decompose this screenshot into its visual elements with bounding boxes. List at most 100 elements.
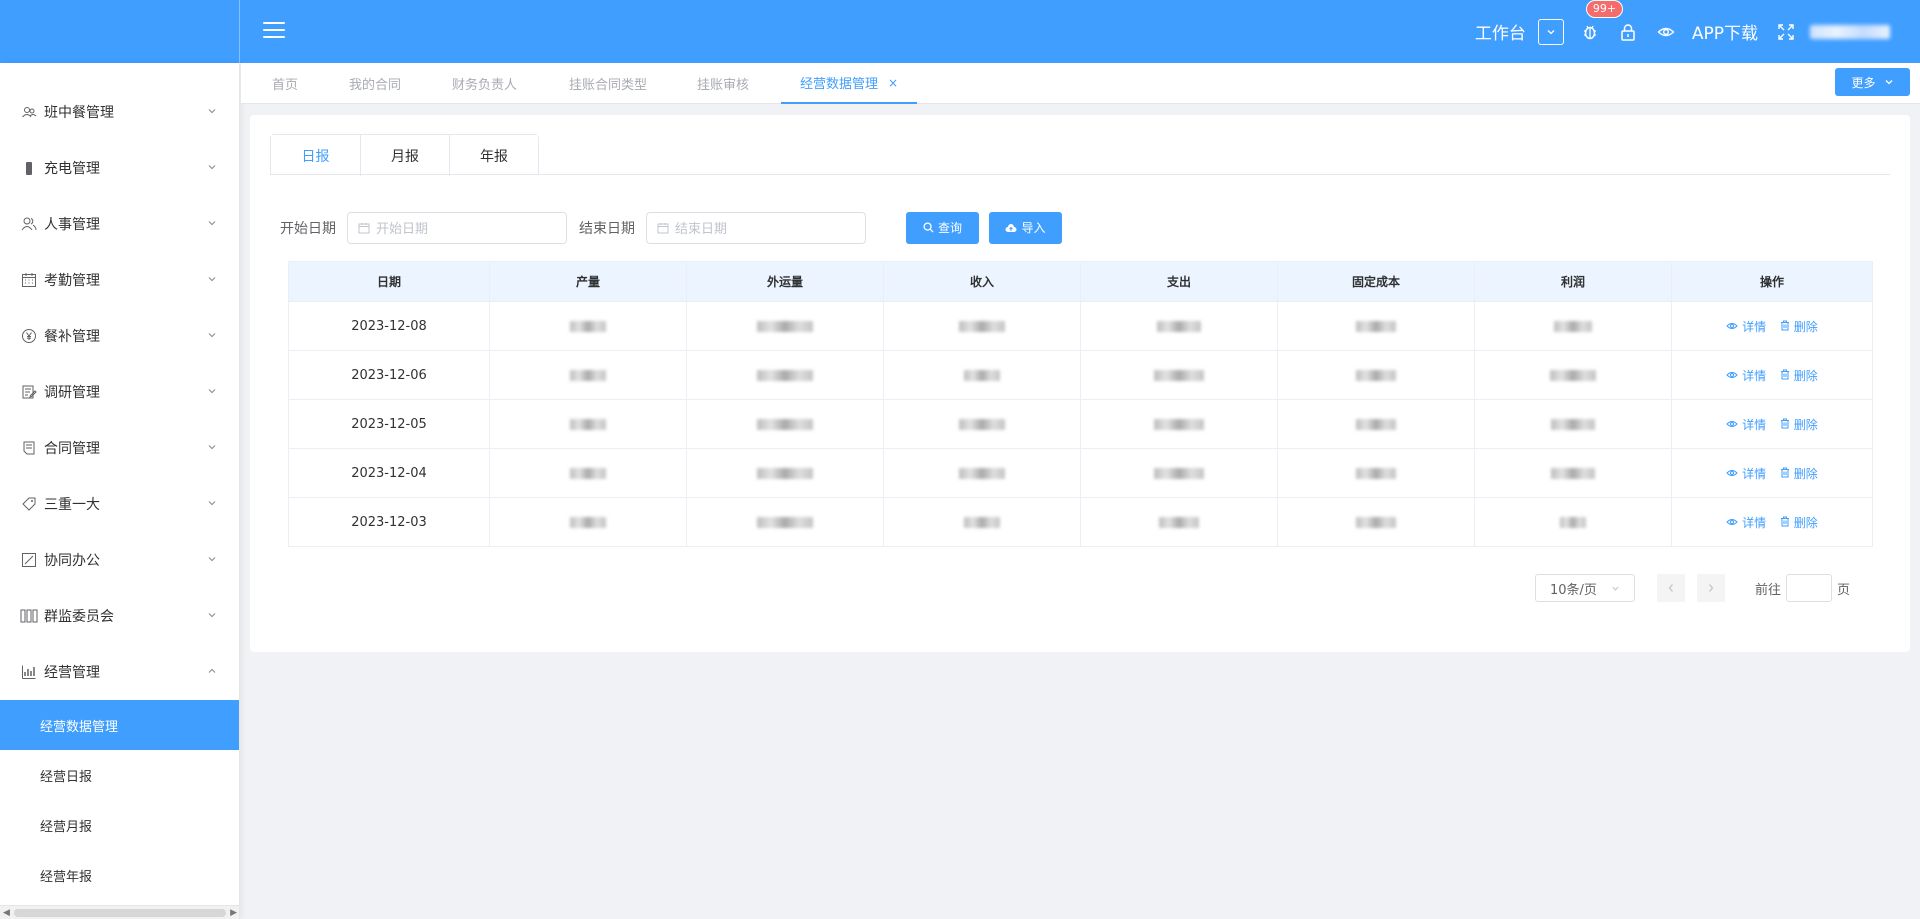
detail-button[interactable]: 详情 xyxy=(1726,320,1770,334)
redacted-cell xyxy=(883,497,1081,547)
delete-button[interactable]: 删除 xyxy=(1780,516,1818,530)
sidebar-subitem-monthly[interactable]: 经营月报 xyxy=(0,800,239,850)
report-tabs: 日报 月报 年报 xyxy=(270,134,539,176)
eye-icon xyxy=(1726,322,1738,329)
end-date-placeholder: 结束日期 xyxy=(675,222,728,237)
chevron-down-icon xyxy=(208,109,216,114)
sidebar-scrollbar[interactable]: ◀ ▶ xyxy=(0,905,239,919)
bug-button[interactable]: 99+ xyxy=(1578,0,1624,44)
calendar-icon xyxy=(657,222,669,233)
tab-operations-data[interactable]: 经营数据管理 × xyxy=(781,63,918,104)
end-date-input[interactable]: 结束日期 xyxy=(646,211,866,244)
operations-cell: 详情 删除 xyxy=(1671,497,1873,547)
detail-button[interactable]: 详情 xyxy=(1726,418,1770,432)
workbench-dropdown[interactable] xyxy=(1537,18,1564,45)
redacted-cell xyxy=(883,350,1081,400)
query-button[interactable]: 查询 xyxy=(906,211,979,244)
lock-button[interactable] xyxy=(1616,20,1640,44)
delete-label: 删除 xyxy=(1793,368,1818,383)
next-page-button[interactable] xyxy=(1696,574,1725,602)
table-row: 2023-12-04 详情 删除 xyxy=(288,448,1873,498)
delete-button[interactable]: 删除 xyxy=(1780,369,1818,383)
prev-page-button[interactable] xyxy=(1656,574,1685,602)
sidebar-item-attendance[interactable]: 考勤管理 xyxy=(0,252,239,308)
filter-row: 开始日期 开始日期 结束日期 结束日期 查询 导入 xyxy=(280,211,1062,244)
fullscreen-button[interactable] xyxy=(1774,20,1798,44)
scrollbar-thumb[interactable] xyxy=(14,909,226,917)
detail-button[interactable]: 详情 xyxy=(1726,467,1770,481)
sidebar-subitem-operations-data[interactable]: 经营数据管理 xyxy=(0,700,239,750)
sidebar-subitem-daily[interactable]: 经营日报 xyxy=(0,750,239,800)
tab-charge-review[interactable]: 挂账审核 xyxy=(697,63,749,104)
tab-finance-owner[interactable]: 财务负责人 xyxy=(452,63,517,104)
chevron-down-icon xyxy=(208,277,216,282)
contract-icon xyxy=(20,439,38,457)
operations-cell: 详情 删除 xyxy=(1671,301,1873,351)
tab-home[interactable]: 首页 xyxy=(272,63,298,104)
delete-button[interactable]: 删除 xyxy=(1780,467,1818,481)
date-cell: 2023-12-05 xyxy=(288,399,490,449)
sidebar-item-charging[interactable]: 充电管理 xyxy=(0,140,239,196)
hamburger-menu-icon[interactable] xyxy=(263,22,285,40)
sidebar-item-label: 协同办公 xyxy=(44,553,100,569)
tab-yearly-report[interactable]: 年报 xyxy=(449,135,538,176)
battery-icon xyxy=(20,159,38,177)
delete-button[interactable]: 删除 xyxy=(1780,320,1818,334)
chart-icon xyxy=(20,663,38,681)
people-icon xyxy=(20,103,38,121)
start-date-input[interactable]: 开始日期 xyxy=(347,211,567,244)
redacted-cell xyxy=(489,350,687,400)
chevron-right-icon xyxy=(1708,584,1714,592)
sidebar-item-committee[interactable]: 群监委员会 xyxy=(0,588,239,644)
redacted-cell xyxy=(1474,399,1672,449)
sidebar-item-research[interactable]: 调研管理 xyxy=(0,364,239,420)
redacted-cell xyxy=(686,497,884,547)
import-button[interactable]: 导入 xyxy=(989,211,1062,244)
scroll-left-icon[interactable]: ◀ xyxy=(3,908,10,918)
close-icon[interactable]: × xyxy=(888,76,898,90)
operations-cell: 详情 删除 xyxy=(1671,350,1873,400)
user-name[interactable] xyxy=(1810,24,1890,39)
sidebar-subitem-yearly[interactable]: 经营年报 xyxy=(0,850,239,900)
tab-charge-contract-type[interactable]: 挂账合同类型 xyxy=(569,63,647,104)
eye-button[interactable] xyxy=(1654,20,1678,44)
header-actions: 工作台 99+ APP下载 xyxy=(1475,0,1920,63)
detail-button[interactable]: 详情 xyxy=(1726,516,1770,530)
page-size-value: 10条/页 xyxy=(1550,582,1597,598)
sidebar-item-label: 合同管理 xyxy=(44,441,100,457)
chevron-down-icon xyxy=(208,165,216,170)
workbench-label[interactable]: 工作台 xyxy=(1475,19,1526,44)
detail-button[interactable]: 详情 xyxy=(1726,369,1770,383)
sidebar-item-three-major[interactable]: 三重一大 xyxy=(0,476,239,532)
goto-page-input[interactable] xyxy=(1785,574,1832,602)
detail-label: 详情 xyxy=(1742,319,1767,334)
tab-monthly-report[interactable]: 月报 xyxy=(360,135,449,176)
committee-icon xyxy=(20,607,38,625)
sidebar-item-meal[interactable]: 班中餐管理 xyxy=(0,84,239,140)
column-header: 收入 xyxy=(883,261,1081,302)
sidebar-item-label: 充电管理 xyxy=(44,161,100,177)
redacted-cell xyxy=(686,448,884,498)
chevron-down-icon xyxy=(208,333,216,338)
scroll-right-icon[interactable]: ▶ xyxy=(230,908,237,918)
redacted-cell xyxy=(1474,448,1672,498)
sidebar-item-operations[interactable]: 经营管理 xyxy=(0,644,239,700)
sidebar-item-label: 调研管理 xyxy=(44,385,100,401)
redacted-cell xyxy=(489,301,687,351)
tab-my-contracts[interactable]: 我的合同 xyxy=(349,63,401,104)
column-header: 支出 xyxy=(1080,261,1278,302)
tab-daily-report[interactable]: 日报 xyxy=(271,135,360,176)
page-size-select[interactable]: 10条/页 xyxy=(1534,574,1635,602)
more-button[interactable]: 更多 xyxy=(1835,68,1910,96)
delete-button[interactable]: 删除 xyxy=(1780,418,1818,432)
redacted-cell xyxy=(1277,350,1475,400)
sidebar-item-collab[interactable]: 协同办公 xyxy=(0,532,239,588)
sidebar-item-contract[interactable]: 合同管理 xyxy=(0,420,239,476)
sidebar-item-hr[interactable]: 人事管理 xyxy=(0,196,239,252)
operations-cell: 详情 删除 xyxy=(1671,399,1873,449)
app-download-link[interactable]: APP下载 xyxy=(1692,19,1758,44)
trash-icon xyxy=(1780,369,1789,379)
column-header: 利润 xyxy=(1474,261,1672,302)
sidebar-item-meal-allowance[interactable]: 餐补管理 xyxy=(0,308,239,364)
sidebar-item-label: 三重一大 xyxy=(44,497,100,513)
